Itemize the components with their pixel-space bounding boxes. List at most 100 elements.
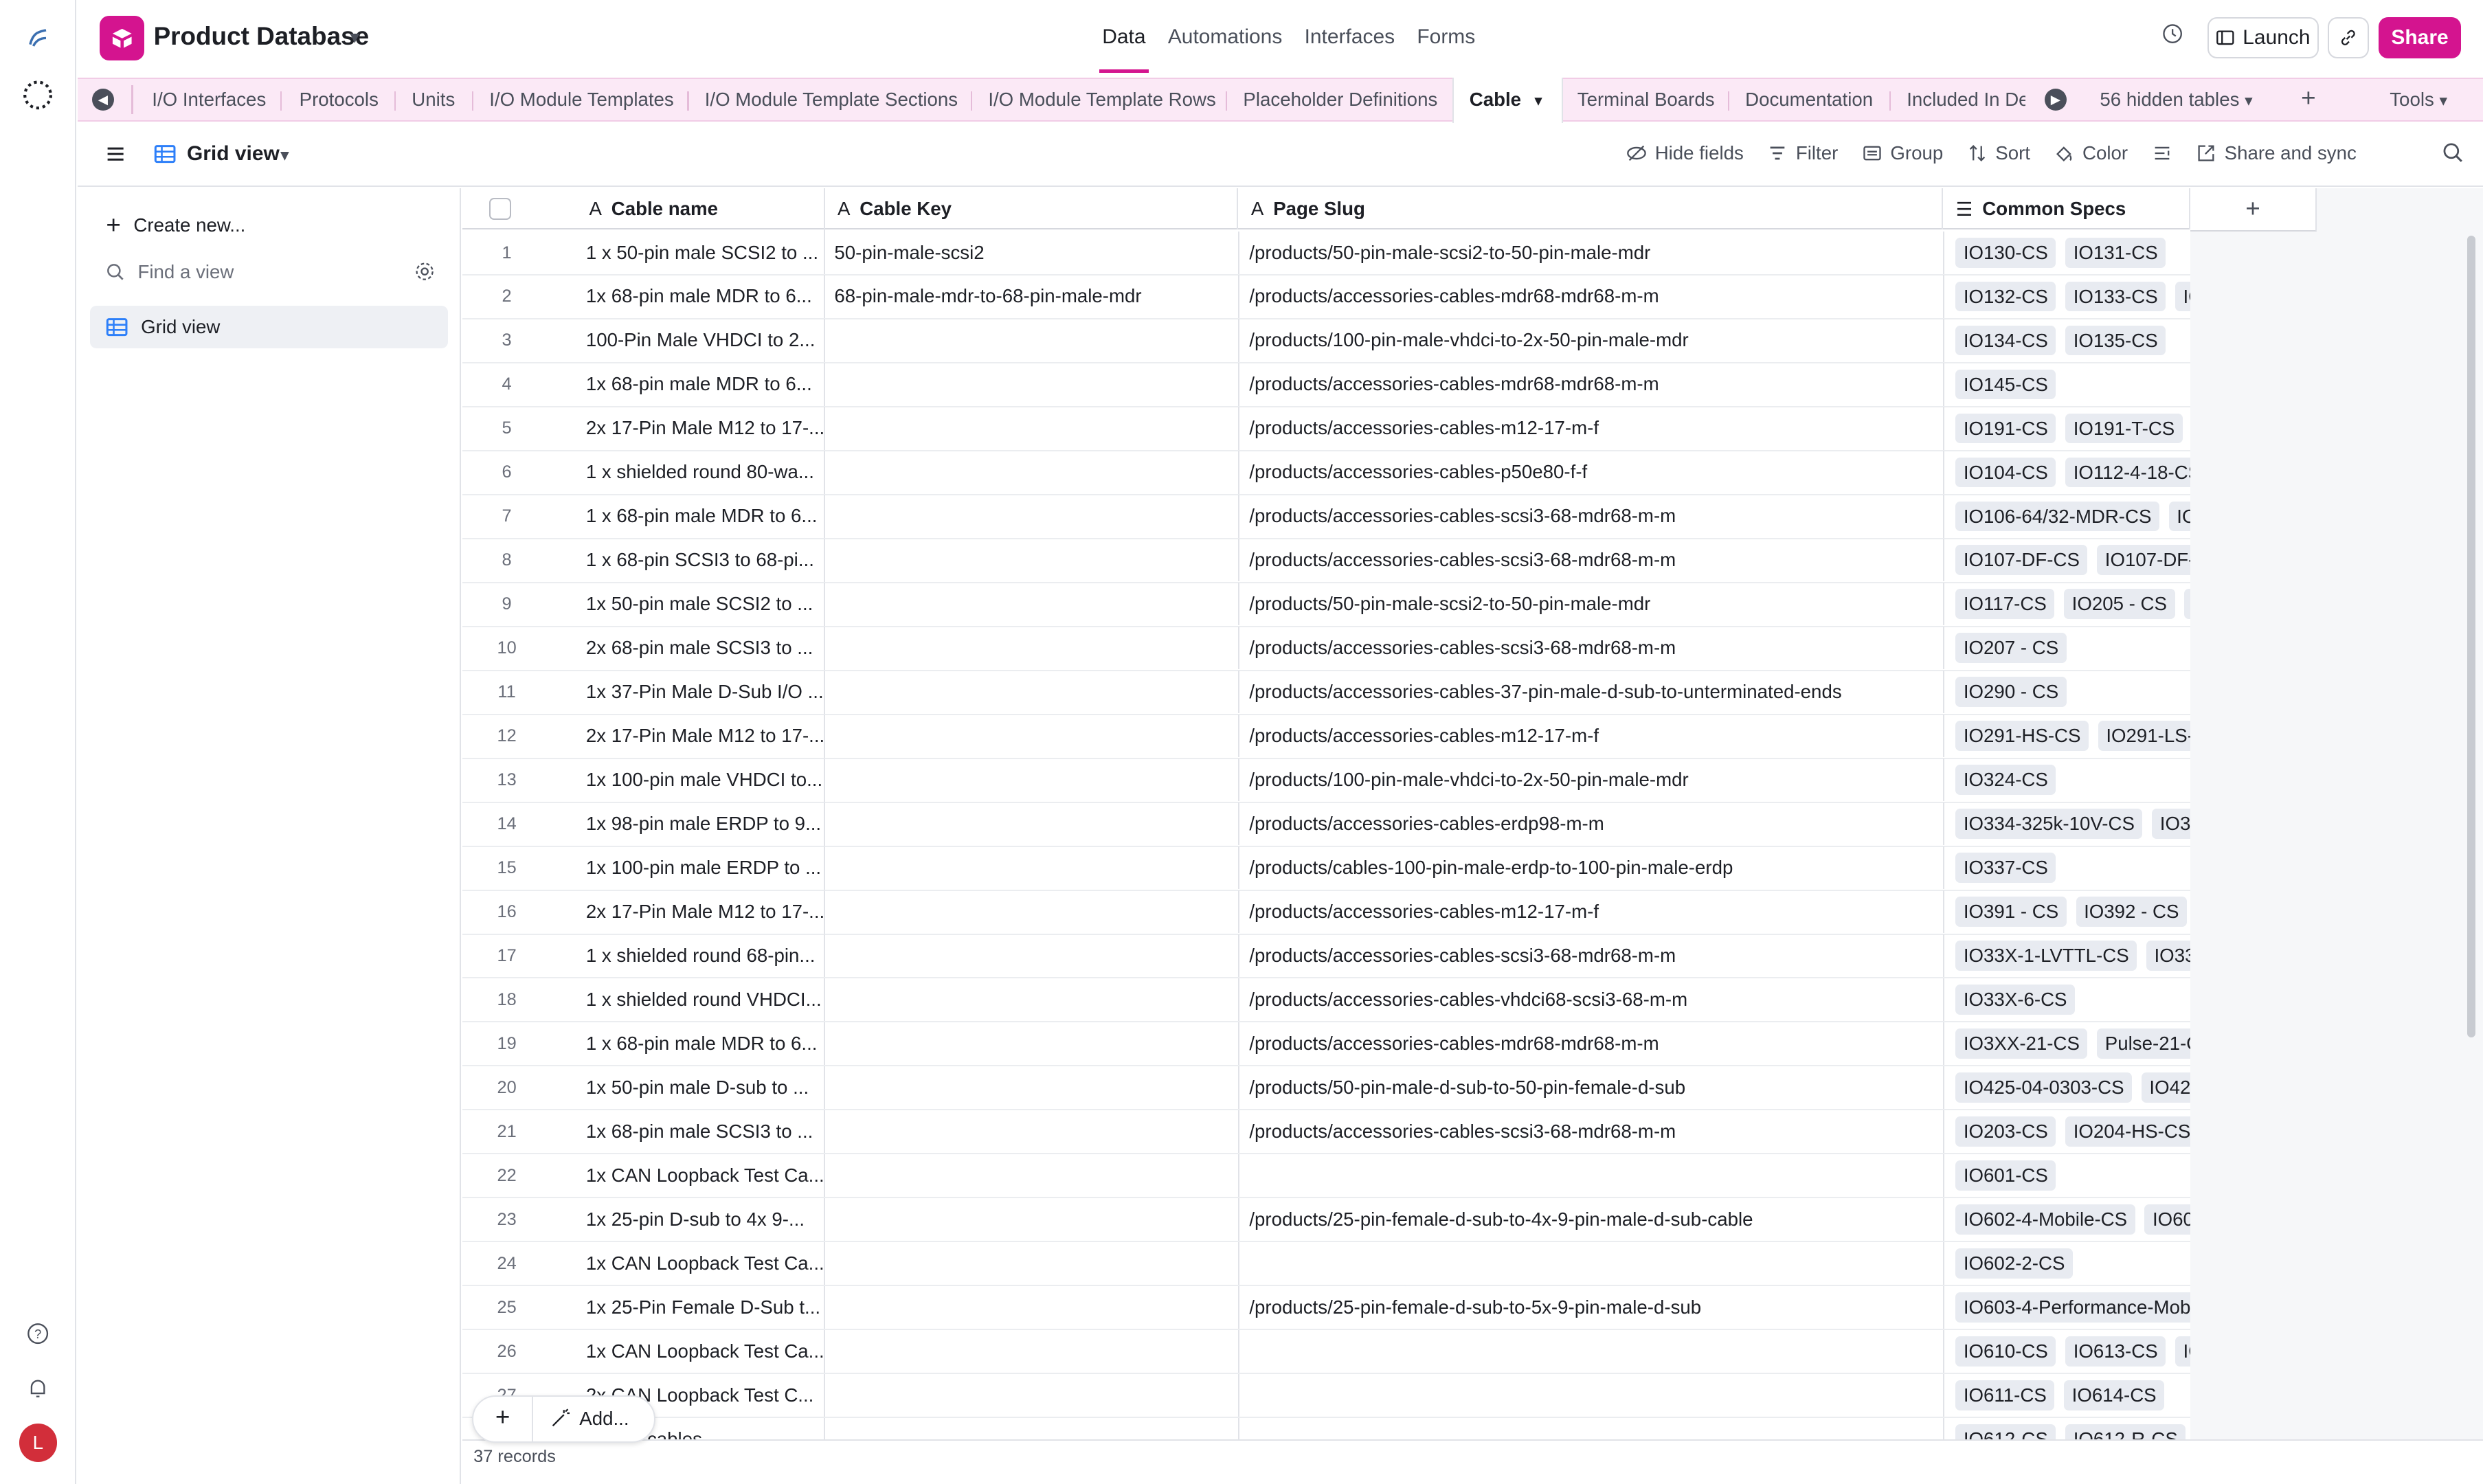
cell-page-slug[interactable]: /products/accessories-cables-m12-17-m-f <box>1238 890 1943 934</box>
cell-cable-name[interactable]: 2x 17-Pin Male M12 to 17-... <box>576 715 824 757</box>
cell-common-specs[interactable]: IO602-4-Mobile-CS IO60 <box>1943 1198 2190 1241</box>
tab-included-in[interactable]: Included In De <box>1907 89 2025 111</box>
cell-common-specs[interactable]: IO611-CS IO614-CS <box>1943 1373 2190 1417</box>
linked-record-pill[interactable]: IO203-CS <box>1955 1116 2056 1147</box>
table-row[interactable]: 272x CAN Loopback Test C...IO611-CSIO614… <box>462 1373 2190 1419</box>
tab-protocols[interactable]: Protocols <box>300 89 379 111</box>
linked-record-pill[interactable]: IO425-04-0303-CS <box>1955 1072 2133 1103</box>
cell-common-specs[interactable]: IO132-CS IO133-CS IO1 <box>1943 275 2190 318</box>
linked-record-pill[interactable]: IO <box>2184 589 2190 620</box>
table-row[interactable]: 14 1x 98-pin male ERDP to 9... /products/a… <box>462 802 2190 847</box>
table-row[interactable]: 1 1 x 50-pin male SCSI2 to ... 50-pin-male… <box>462 231 2190 276</box>
tab-terminal-boards[interactable]: Terminal Boards <box>1577 89 1715 111</box>
table-row[interactable]: 13 1x 100-pin male VHDCI to... /products/1… <box>462 758 2190 803</box>
cell-page-slug[interactable] <box>1238 1154 1943 1197</box>
table-row[interactable]: 19 1 x 68-pin male MDR to 6... /products/a… <box>462 1022 2190 1067</box>
cell-page-slug[interactable] <box>1238 1241 1943 1285</box>
add-record-button[interactable]: + <box>473 1395 534 1443</box>
linked-record-pill[interactable]: IO205 - CS <box>2064 589 2175 620</box>
cell-cable-name[interactable]: 1x 68-pin male MDR to 6... <box>576 363 824 405</box>
cell-page-slug[interactable] <box>1238 1417 1943 1440</box>
cell-cable-name[interactable]: 1x 68-pin male SCSI3 to ... <box>576 1110 824 1153</box>
cell-common-specs[interactable]: IO391 - CSIO392 - CSI <box>1943 890 2190 934</box>
cell-common-specs[interactable]: IO337-CS <box>1943 846 2190 890</box>
chevron-down-icon[interactable]: ▾ <box>350 25 359 48</box>
linked-record-pill[interactable]: IO613-CS <box>2065 1336 2166 1367</box>
linked-record-pill[interactable]: IO204-HS-CS <box>2065 1116 2190 1147</box>
tab-placeholder-definitions[interactable]: Placeholder Definitions <box>1243 89 1437 111</box>
cell-cable-name[interactable]: 1x 37-Pin Male D-Sub I/O ... <box>576 671 824 713</box>
create-view-button[interactable]: + Create new... <box>106 211 245 240</box>
cell-common-specs[interactable]: IO601-CS <box>1943 1154 2190 1197</box>
workspace-icon[interactable] <box>22 79 54 111</box>
cell-common-specs[interactable]: IO612-CS IO612-R-CS <box>1943 1417 2190 1440</box>
history-icon[interactable] <box>2161 22 2193 54</box>
cell-cable-key[interactable] <box>823 1154 1239 1197</box>
linked-record-pill[interactable]: IO191-CS <box>1955 413 2056 444</box>
table-row[interactable]: 21 1x 68-pin male SCSI3 to ... /products/a… <box>462 1110 2190 1155</box>
linked-record-pill[interactable]: IO612-R-CS <box>2065 1424 2186 1440</box>
cell-page-slug[interactable]: /products/accessories-cables-mdr68-mdr68… <box>1238 1022 1943 1066</box>
chevron-down-icon[interactable]: ▾ <box>1534 91 1542 109</box>
copy-link-button[interactable] <box>2328 17 2370 59</box>
find-view-input[interactable]: Find a view <box>106 261 234 283</box>
tab-cable[interactable]: Cable ▾ <box>1452 77 1564 124</box>
linked-record-pill[interactable]: IO610-CS <box>1955 1336 2056 1367</box>
cell-cable-key[interactable] <box>823 1417 1239 1440</box>
cell-common-specs[interactable]: IO33X-6-CS <box>1943 978 2190 1022</box>
tab-io-interfaces[interactable]: I/O Interfaces <box>152 89 266 111</box>
linked-record-pill[interactable]: IO1 <box>2168 501 2190 532</box>
cell-cable-name[interactable]: 1x CAN Loopback Test Ca... <box>576 1242 824 1285</box>
cell-page-slug[interactable]: /products/25-pin-female-d-sub-to-5x-9-pi… <box>1238 1285 1943 1329</box>
linked-record-pill[interactable]: IO602-4-Mobile-CS <box>1955 1204 2135 1235</box>
table-row[interactable]: 8 1 x 68-pin SCSI3 to 68-pi... /products/a… <box>462 539 2190 583</box>
linked-record-pill[interactable]: IO290 - CS <box>1955 677 2067 708</box>
sort-button[interactable]: Sort <box>1967 142 2030 164</box>
cell-cable-name[interactable]: 1x 98-pin male ERDP to 9... <box>576 802 824 845</box>
home-logo-icon[interactable] <box>22 22 54 54</box>
cell-page-slug[interactable]: /products/100-pin-male-vhdci-to-2x-50-pi… <box>1238 758 1943 802</box>
linked-record-pill[interactable]: IO611-CS <box>1955 1380 2055 1410</box>
share-button[interactable]: Share <box>2379 17 2461 59</box>
group-button[interactable]: Group <box>1862 142 1943 164</box>
linked-record-pill[interactable]: IO132-CS <box>1955 281 2056 312</box>
filter-button[interactable]: Filter <box>1767 142 1838 164</box>
cell-cable-key[interactable] <box>823 539 1239 582</box>
nav-data[interactable]: Data <box>1099 25 1150 72</box>
table-row[interactable]: 7 1 x 68-pin male MDR to 6... /products/ac… <box>462 495 2190 539</box>
cell-cable-key[interactable] <box>823 407 1239 450</box>
table-row[interactable]: 18 1 x shielded round VHDCI... /products/a… <box>462 978 2190 1023</box>
nav-forms[interactable]: Forms <box>1417 25 1475 49</box>
share-and-sync-button[interactable]: Share and sync <box>2196 142 2357 164</box>
cell-page-slug[interactable]: /products/accessories-cables-scsi3-68-md… <box>1238 539 1943 582</box>
vertical-scrollbar[interactable] <box>2467 236 2475 1037</box>
cell-common-specs[interactable]: IO610-CS IO613-CS IO6 <box>1943 1329 2190 1373</box>
linked-record-pill[interactable]: IO104-CS <box>1955 457 2056 488</box>
linked-record-pill[interactable]: IO42 <box>2141 1072 2190 1103</box>
table-row[interactable]: 12 2x 17-Pin Male M12 to 17-... /products/… <box>462 715 2190 759</box>
cell-cable-name[interactable]: 1x 100-pin male VHDCI to... <box>576 758 824 801</box>
linked-record-pill[interactable]: IO107-DF-CS <box>1955 545 2088 576</box>
cell-common-specs[interactable]: IO603-4-Performance-Mob <box>1943 1285 2190 1329</box>
cell-cable-key[interactable] <box>823 671 1239 714</box>
linked-record-pill[interactable]: IO601-CS <box>1955 1160 2056 1191</box>
cell-common-specs[interactable]: IO130-CS IO131-CS <box>1943 231 2190 274</box>
cell-cable-name[interactable]: 1x CAN Loopback Test Ca... <box>576 1330 824 1373</box>
tab-units[interactable]: Units <box>412 89 455 111</box>
cell-page-slug[interactable]: /products/50-pin-male-d-sub-to-50-pin-fe… <box>1238 1066 1943 1110</box>
cell-page-slug[interactable]: /products/accessories-cables-p50e80-f-f <box>1238 451 1943 494</box>
cell-common-specs[interactable]: IO104-CS IO112-4-18-CS <box>1943 451 2190 494</box>
cell-cable-key[interactable] <box>823 802 1239 846</box>
cell-common-specs[interactable]: IO425-04-0303-CS IO42 <box>1943 1066 2190 1110</box>
cell-page-slug[interactable]: /products/100-pin-male-vhdci-to-2x-50-pi… <box>1238 319 1943 362</box>
cell-common-specs[interactable]: IO334-325k-10V-CS IO33 <box>1943 802 2190 846</box>
linked-record-pill[interactable]: IO392 - CS <box>2076 897 2187 927</box>
cell-common-specs[interactable]: IO3XX-21-CS Pulse-21-CS <box>1943 1022 2190 1066</box>
linked-record-pill[interactable]: IO107-DF-H <box>2097 545 2190 576</box>
table-row[interactable]: 5 2x 17-Pin Male M12 to 17-... /products/a… <box>462 407 2190 451</box>
cell-common-specs[interactable]: IO106-64/32-MDR-CS IO1 <box>1943 495 2190 538</box>
row-height-button[interactable] <box>2152 142 2172 164</box>
cell-cable-key[interactable] <box>823 1198 1239 1241</box>
help-icon[interactable]: ? <box>22 1318 54 1349</box>
cell-common-specs[interactable]: IO134-CS IO135-CS <box>1943 319 2190 362</box>
